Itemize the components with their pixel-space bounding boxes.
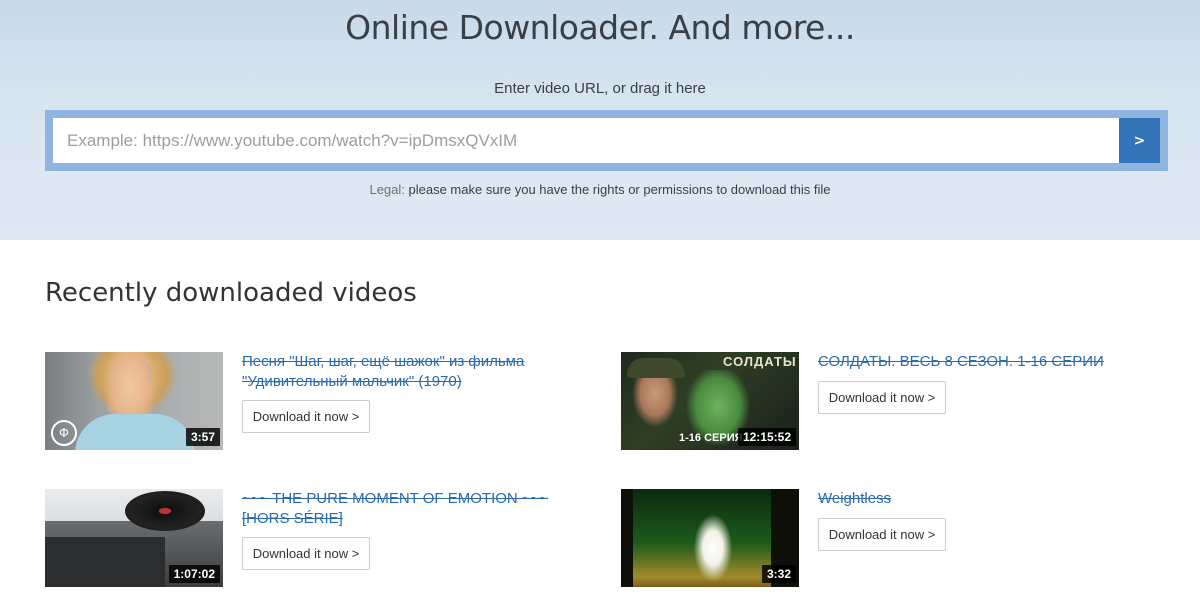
legal-text: please make sure you have the rights or … (408, 182, 831, 197)
url-input[interactable] (53, 118, 1119, 163)
video-thumbnail[interactable]: 1:07:02 (45, 489, 223, 587)
video-thumbnail[interactable]: 3:32 (621, 489, 799, 587)
thumbnail-art (75, 414, 195, 450)
hero-section: Online Downloader. And more... Enter vid… (0, 0, 1200, 240)
video-duration: 12:15:52 (737, 428, 796, 446)
thumbnail-art (627, 358, 685, 378)
legal-label: Legal: (369, 182, 405, 197)
thumbnail-episode-text: 1-16 СЕРИЯ (679, 432, 743, 444)
url-input-wrapper: > (53, 118, 1160, 163)
video-title-link[interactable]: Песня "Шаг, шаг, ещё шажок" из фильма "У… (242, 352, 572, 392)
video-thumbnail[interactable]: СОЛДАТЫ 1-16 СЕРИЯ 12:15:52 (621, 352, 799, 450)
download-button[interactable]: Download it now > (818, 518, 946, 551)
video-duration: 3:57 (185, 428, 220, 446)
thumbnail-art (125, 491, 205, 531)
video-card: 1:07:02 ~~~ THE PURE MOMENT OF EMOTION ~… (45, 489, 585, 587)
page-title: Online Downloader. And more... (345, 8, 855, 47)
url-instructions: Enter video URL, or drag it here (494, 80, 706, 97)
download-button[interactable]: Download it now > (818, 381, 946, 414)
video-card: Ф 3:57 Песня "Шаг, шаг, ещё шажок" из фи… (45, 352, 585, 450)
video-card: 3:32 Weightless Download it now > (621, 489, 1161, 587)
download-button[interactable]: Download it now > (242, 400, 370, 433)
thumbnail-art (45, 537, 165, 587)
video-card: СОЛДАТЫ 1-16 СЕРИЯ 12:15:52 СОЛДАТЫ. ВЕС… (621, 352, 1161, 450)
video-title-link[interactable]: ~~~ THE PURE MOMENT OF EMOTION ~~~ [HORS… (242, 489, 572, 529)
thumbnail-art (693, 513, 733, 583)
thumbnail-banner-text: СОЛДАТЫ (723, 354, 797, 369)
url-form: > (45, 110, 1168, 171)
video-title-link[interactable]: СОЛДАТЫ. ВЕСЬ 8 СЕЗОН. 1-16 СЕРИИ (818, 352, 1148, 372)
video-thumbnail[interactable]: Ф 3:57 (45, 352, 223, 450)
legal-notice: Legal: please make sure you have the rig… (0, 182, 1200, 197)
submit-url-button[interactable]: > (1119, 118, 1160, 163)
channel-logo-icon: Ф (51, 420, 77, 446)
video-title-link[interactable]: Weightless (818, 489, 1148, 509)
download-button[interactable]: Download it now > (242, 537, 370, 570)
recent-videos-heading: Recently downloaded videos (45, 278, 417, 308)
video-duration: 3:32 (761, 565, 796, 583)
video-duration: 1:07:02 (168, 565, 220, 583)
